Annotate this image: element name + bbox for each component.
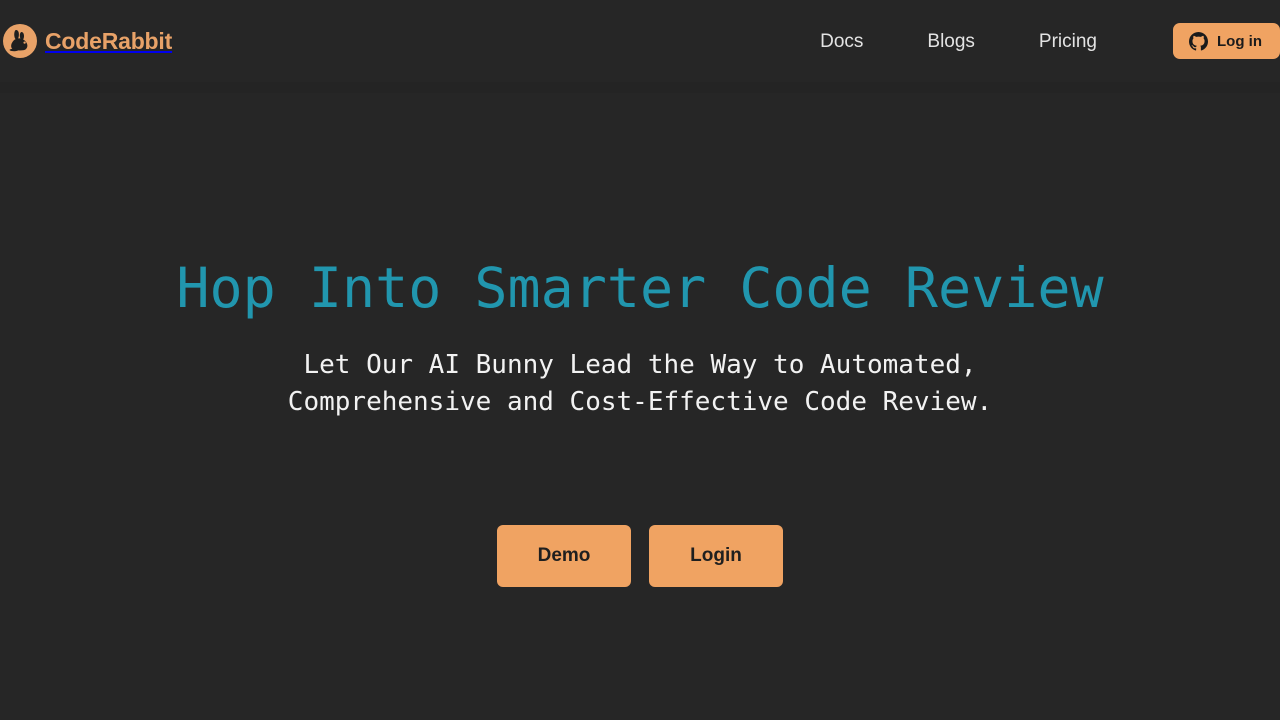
hero-cta-row: Demo Login [497, 524, 783, 587]
github-icon [1189, 31, 1208, 51]
header-nav-cluster: Docs Blogs Pricing Log in [788, 0, 1280, 82]
nav-item-docs[interactable]: Docs [788, 32, 895, 51]
github-login-button[interactable]: Log in [1173, 23, 1280, 59]
nav-item-pricing[interactable]: Pricing [1007, 32, 1129, 51]
site-header: CodeRabbit Docs Blogs Pricing Log in [0, 0, 1280, 82]
hero-subtitle: Let Our AI Bunny Lead the Way to Automat… [287, 349, 993, 417]
demo-button[interactable]: Demo [497, 524, 631, 587]
hero-title: Hop Into Smarter Code Review [176, 256, 1104, 320]
brand-name: CodeRabbit [45, 27, 173, 54]
nav-item-blogs[interactable]: Blogs [895, 32, 1007, 51]
github-login-label: Log in [1217, 32, 1262, 50]
brand-logo-link[interactable]: CodeRabbit [0, 0, 172, 82]
hero-section: Hop Into Smarter Code Review Let Our AI … [0, 93, 1280, 720]
login-button[interactable]: Login [649, 524, 783, 587]
header-divider [0, 82, 1280, 93]
rabbit-logo-icon [2, 23, 38, 59]
main-nav: Docs Blogs Pricing [788, 32, 1129, 51]
